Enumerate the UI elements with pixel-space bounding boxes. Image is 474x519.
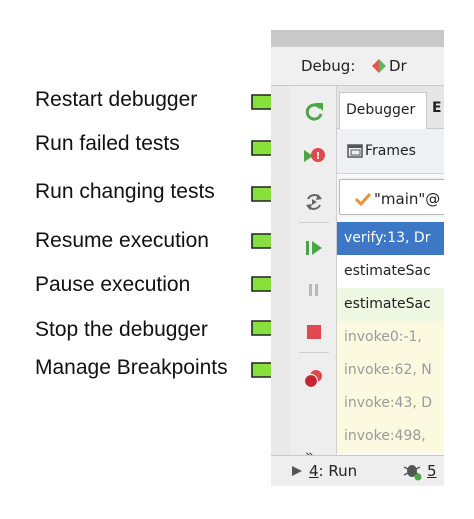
debug-label: Debug: bbox=[301, 57, 356, 75]
run-failed-tests-icon[interactable]: ! bbox=[302, 144, 326, 168]
check-icon bbox=[354, 192, 372, 207]
callout-stop-debugger: Stop the debugger bbox=[35, 318, 208, 341]
stack-frame-item[interactable]: verify:13, Dr bbox=[337, 222, 444, 255]
callout-pause-execution: Pause execution bbox=[35, 273, 191, 296]
debugger-tabs: Debugger E bbox=[337, 86, 444, 129]
ide-debug-window: Debug: Dr ! Debugger E Frames "main"@ ve… bbox=[271, 30, 444, 485]
thread-selector-row: "main"@ bbox=[337, 177, 444, 217]
stack-frame-item[interactable]: estimateSac bbox=[337, 255, 444, 288]
svg-text:!: ! bbox=[316, 151, 321, 162]
callout-manage-breakpoints: Manage Breakpoints bbox=[35, 356, 228, 379]
run-play-icon bbox=[292, 466, 302, 476]
callout-run-failed-tests: Run failed tests bbox=[35, 132, 180, 155]
callout-run-changing-tests: Run changing tests bbox=[35, 180, 215, 203]
debug-tab-number[interactable]: 5 bbox=[427, 462, 437, 480]
ide-top-strip bbox=[271, 30, 444, 47]
run-tab-number: 4 bbox=[309, 462, 319, 480]
run-config-tab[interactable]: Dr bbox=[389, 57, 407, 75]
tab-debugger-label: Debugger bbox=[346, 102, 416, 118]
run-config-icon bbox=[372, 59, 386, 73]
frames-header: Frames bbox=[337, 129, 444, 174]
debugger-panel: Debugger E Frames "main"@ verify:13, Dr e… bbox=[337, 86, 444, 485]
thread-selector[interactable]: "main"@ bbox=[339, 179, 444, 215]
left-tool-strip bbox=[271, 86, 291, 485]
resume-icon[interactable] bbox=[302, 236, 326, 260]
run-tab[interactable]: 4: Run bbox=[309, 462, 357, 480]
run-changing-tests-icon[interactable] bbox=[302, 190, 326, 214]
stack-frame-item[interactable]: invoke:62, N bbox=[337, 354, 444, 387]
stop-icon[interactable] bbox=[302, 320, 326, 344]
tab-console[interactable]: E bbox=[432, 100, 442, 116]
toolbar-separator bbox=[299, 222, 329, 223]
breakpoints-icon[interactable] bbox=[302, 366, 326, 390]
restart-icon[interactable] bbox=[302, 100, 326, 124]
tab-debugger[interactable]: Debugger bbox=[339, 92, 427, 129]
run-tab-label: : Run bbox=[318, 462, 358, 480]
stack-frame-item[interactable]: invoke0:-1, bbox=[337, 321, 444, 354]
stack-frame-item[interactable]: estimateSac bbox=[337, 288, 444, 321]
debug-toolbar: ! » bbox=[291, 86, 337, 485]
thread-label: "main"@ bbox=[374, 190, 441, 208]
debug-tool-header: Debug: Dr bbox=[271, 47, 444, 86]
stack-frame-item[interactable]: invoke:43, D bbox=[337, 387, 444, 420]
frames-icon bbox=[347, 144, 363, 158]
toolbar-separator bbox=[299, 352, 329, 353]
callout-resume-execution: Resume execution bbox=[35, 229, 209, 252]
frames-label: Frames bbox=[365, 143, 416, 159]
debug-bug-icon[interactable] bbox=[401, 460, 425, 482]
callout-restart-debugger: Restart debugger bbox=[35, 88, 198, 111]
pause-icon[interactable] bbox=[302, 278, 326, 302]
bottom-tool-bar: 4: Run 5 bbox=[271, 455, 444, 486]
stack-frame-item[interactable]: invoke:498, bbox=[337, 420, 444, 453]
